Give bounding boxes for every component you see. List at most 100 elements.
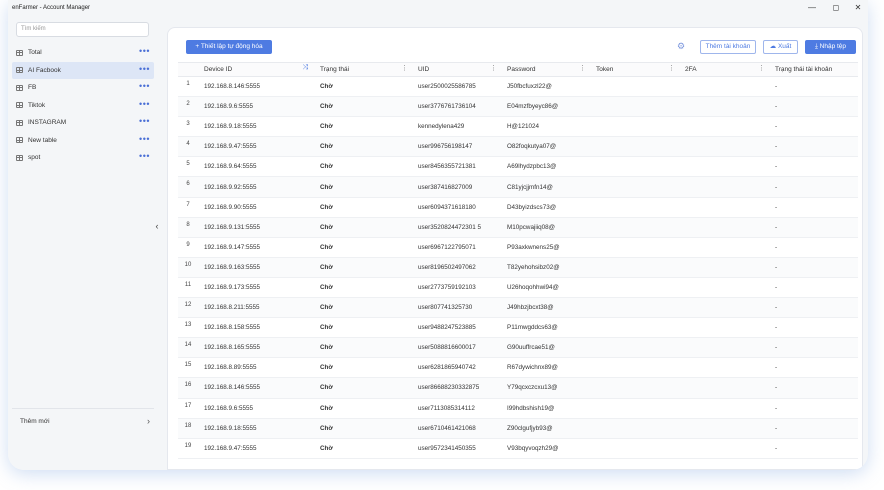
uid-cell[interactable]: user2773759192103 — [412, 277, 501, 299]
account-status-cell[interactable]: - — [769, 156, 858, 178]
shuffle-icon[interactable]: ⤨ — [302, 64, 308, 72]
password-cell[interactable]: H@121024 — [501, 116, 590, 138]
table-row[interactable]: 12 192.168.8.211:5555 Chờ user807741325730 J… — [178, 297, 858, 319]
status-cell[interactable]: Chờ — [314, 76, 412, 98]
account-status-cell[interactable]: - — [769, 317, 858, 339]
row-index[interactable]: 17 — [178, 398, 198, 419]
export-button[interactable]: ☁ Xuất — [763, 40, 798, 54]
more-dots-icon[interactable]: ••• — [139, 149, 150, 164]
device-id-cell[interactable]: 192.168.9.163:5555 — [198, 257, 314, 278]
device-id-cell[interactable]: 192.168.9.147:5555 — [198, 237, 314, 258]
uid-cell[interactable]: user8196502497062 — [412, 257, 501, 278]
uid-cell[interactable]: user3776761736104 — [412, 96, 501, 118]
password-cell[interactable]: E04mzfbyeyc86@ — [501, 96, 590, 118]
status-cell[interactable]: Chờ — [314, 116, 412, 138]
twofa-cell[interactable] — [679, 317, 769, 339]
device-id-cell[interactable]: 192.168.8.146:5555 — [198, 377, 314, 399]
password-cell[interactable]: P93axkwnens25@ — [501, 237, 590, 258]
maximize-icon[interactable]: ◻ — [829, 3, 843, 13]
table-row[interactable]: 1 192.168.8.146:5555 Chờ user2500025586785 J… — [178, 76, 858, 98]
row-index[interactable]: 10 — [178, 257, 198, 278]
status-cell[interactable]: Chờ — [314, 156, 412, 178]
column-menu-icon[interactable]: ⋮ — [579, 64, 586, 72]
more-dots-icon[interactable]: ••• — [139, 44, 150, 59]
row-index[interactable]: 3 — [178, 116, 198, 138]
device-id-cell[interactable]: 192.168.9.6:5555 — [198, 398, 314, 419]
uid-cell[interactable]: user996756198147 — [412, 136, 501, 158]
token-cell[interactable] — [590, 317, 679, 339]
table-row[interactable]: 6 192.168.9.92:5555 Chờ user387416827009 C81… — [178, 176, 858, 198]
uid-cell[interactable]: kennedylena429 — [412, 116, 501, 138]
token-cell[interactable] — [590, 76, 679, 98]
column-header-uid[interactable]: UID ⋮ — [412, 62, 501, 77]
table-row[interactable]: 13 192.168.8.158:5555 Chờ user9488247523885… — [178, 317, 858, 339]
device-id-cell[interactable]: 192.168.9.47:5555 — [198, 438, 314, 459]
account-status-cell[interactable]: - — [769, 438, 858, 459]
sidebar-item-spot[interactable]: spot ••• — [12, 149, 154, 167]
status-cell[interactable]: Chờ — [314, 217, 412, 238]
token-cell[interactable] — [590, 237, 679, 258]
token-cell[interactable] — [590, 357, 679, 379]
twofa-cell[interactable] — [679, 176, 769, 198]
password-cell[interactable]: A69lhydzpbc13@ — [501, 156, 590, 178]
row-index[interactable]: 4 — [178, 136, 198, 158]
row-index[interactable]: 8 — [178, 217, 198, 238]
more-dots-icon[interactable]: ••• — [139, 62, 150, 77]
row-index[interactable]: 1 — [178, 76, 198, 98]
table-row[interactable]: 14 192.168.8.165:5555 Chờ user5088816600017… — [178, 337, 858, 359]
account-status-cell[interactable]: - — [769, 116, 858, 138]
more-dots-icon[interactable]: ••• — [139, 79, 150, 94]
twofa-cell[interactable] — [679, 96, 769, 118]
token-cell[interactable] — [590, 377, 679, 399]
row-index[interactable]: 15 — [178, 357, 198, 379]
status-cell[interactable]: Chờ — [314, 96, 412, 118]
twofa-cell[interactable] — [679, 418, 769, 439]
add-new-button[interactable]: Thêm mới › — [12, 408, 154, 434]
row-index[interactable]: 11 — [178, 277, 198, 299]
token-cell[interactable] — [590, 116, 679, 138]
password-cell[interactable]: O82foqkutya07@ — [501, 136, 590, 158]
token-cell[interactable] — [590, 438, 679, 459]
uid-cell[interactable]: user5088816600017 — [412, 337, 501, 359]
device-id-cell[interactable]: 192.168.9.173:5555 — [198, 277, 314, 299]
status-cell[interactable]: Chờ — [314, 357, 412, 379]
table-row[interactable]: 19 192.168.9.47:5555 Chờ user9572341450355 V… — [178, 438, 858, 459]
account-status-cell[interactable]: - — [769, 277, 858, 299]
row-index[interactable]: 7 — [178, 197, 198, 218]
device-id-cell[interactable]: 192.168.9.18:5555 — [198, 116, 314, 138]
twofa-cell[interactable] — [679, 357, 769, 379]
device-id-cell[interactable]: 192.168.8.146:5555 — [198, 76, 314, 98]
more-dots-icon[interactable]: ••• — [139, 132, 150, 147]
search-input[interactable]: Tìm kiếm — [16, 22, 149, 37]
account-status-cell[interactable]: - — [769, 418, 858, 439]
column-menu-icon[interactable]: ⋮ — [668, 64, 675, 72]
status-cell[interactable]: Chờ — [314, 418, 412, 439]
uid-cell[interactable]: user86688230332875 — [412, 377, 501, 399]
uid-cell[interactable]: user8456355721381 — [412, 156, 501, 178]
password-cell[interactable]: T82yehohsibz02@ — [501, 257, 590, 278]
status-cell[interactable]: Chờ — [314, 297, 412, 319]
row-index[interactable]: 16 — [178, 377, 198, 399]
table-row[interactable]: 18 192.168.9.18:5555 Chờ user6710461421068 Z… — [178, 418, 858, 439]
token-cell[interactable] — [590, 277, 679, 299]
column-header-password[interactable]: Password ⋮ — [501, 62, 590, 77]
account-status-cell[interactable]: - — [769, 96, 858, 118]
status-cell[interactable]: Chờ — [314, 438, 412, 459]
table-row[interactable]: 15 192.168.8.89:5555 Chờ user6281865940742 R… — [178, 357, 858, 379]
sidebar-item-ai-facbook[interactable]: AI Facbook ••• — [12, 61, 154, 79]
password-cell[interactable]: P11mwgddcs63@ — [501, 317, 590, 339]
column-header-status[interactable]: Trạng thái ⋮ — [314, 62, 412, 77]
token-cell[interactable] — [590, 398, 679, 419]
table-row[interactable]: 17 192.168.9.6:5555 Chờ user7113085314112 I9… — [178, 398, 858, 419]
status-cell[interactable]: Chờ — [314, 237, 412, 258]
uid-cell[interactable]: user2500025586785 — [412, 76, 501, 98]
device-id-cell[interactable]: 192.168.9.47:5555 — [198, 136, 314, 158]
more-dots-icon[interactable]: ••• — [139, 114, 150, 129]
password-cell[interactable]: Y79qcxczcxu13@ — [501, 377, 590, 399]
device-id-cell[interactable]: 192.168.9.90:5555 — [198, 197, 314, 218]
add-account-button[interactable]: Thêm tài khoản — [700, 40, 756, 54]
uid-cell[interactable]: user6094371618180 — [412, 197, 501, 218]
twofa-cell[interactable] — [679, 277, 769, 299]
token-cell[interactable] — [590, 257, 679, 278]
password-cell[interactable]: Z90clgufjyb93@ — [501, 418, 590, 439]
